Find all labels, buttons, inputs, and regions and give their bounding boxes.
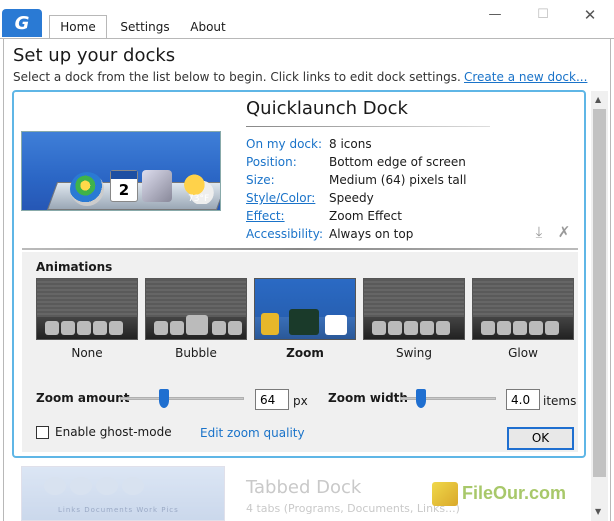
dock-preview: 2 73°F — [21, 131, 221, 211]
mini-icon — [61, 321, 75, 335]
mini-icon — [186, 315, 208, 335]
mini-icon — [77, 321, 91, 335]
create-dock-link[interactable]: Create a new dock... — [464, 70, 587, 84]
zoom-amount-slider-thumb[interactable] — [159, 389, 169, 408]
frame-right-edge — [610, 38, 611, 521]
zoom-amount-input[interactable] — [255, 389, 289, 410]
close-button[interactable]: ✕ — [575, 4, 605, 26]
anim-label-none: None — [71, 346, 103, 360]
anim-label-bubble: Bubble — [175, 346, 217, 360]
mail-icon — [325, 315, 347, 335]
delete-icon[interactable]: ✗ — [556, 223, 572, 241]
scroll-up-icon[interactable]: ▲ — [595, 95, 601, 104]
zoom-width-input[interactable] — [506, 389, 540, 410]
prop-value-on-my-dock: 8 icons — [329, 137, 372, 151]
anim-option-none[interactable] — [36, 278, 138, 340]
tab-icon — [44, 477, 66, 495]
mini-icon — [529, 321, 543, 335]
maximize-button[interactable]: ☐ — [528, 4, 558, 26]
mini-icon — [372, 321, 386, 335]
zoom-amount-unit: px — [293, 394, 308, 408]
tab-about[interactable]: About — [184, 16, 232, 38]
watermark: FileOur.com — [432, 480, 592, 510]
animations-title: Animations — [36, 260, 113, 274]
mini-icon — [545, 321, 559, 335]
dock2-subtitle: 4 tabs (Programs, Documents, Links...) — [246, 502, 460, 515]
dock2-title[interactable]: Tabbed Dock — [246, 477, 361, 498]
mini-icon — [420, 321, 434, 335]
mini-icon — [170, 321, 184, 335]
watermark-text: FileOur.com — [462, 483, 567, 503]
title-rule — [246, 126, 490, 127]
tabbed-dock-labels: Links Documents Work Pics — [58, 506, 179, 514]
scrollbar-thumb[interactable] — [593, 109, 606, 477]
prop-label-effect[interactable]: Effect: — [246, 209, 285, 223]
ghost-mode-label[interactable]: Enable ghost-mode — [55, 425, 172, 439]
tab-home[interactable]: Home — [49, 15, 107, 39]
zoom-width-slider[interactable] — [400, 397, 496, 400]
mini-icon — [497, 321, 511, 335]
mini-icon — [45, 321, 59, 335]
monitor-icon — [289, 309, 319, 335]
page-subtitle: Select a dock from the list below to beg… — [13, 70, 461, 84]
download-icon[interactable]: ⤓ — [531, 223, 547, 241]
anim-label-swing: Swing — [396, 346, 432, 360]
page-title: Set up your docks — [13, 45, 176, 66]
prop-value-size: Medium (64) pixels tall — [329, 173, 467, 187]
tab-icon — [96, 477, 118, 495]
tab-settings[interactable]: Settings — [114, 16, 176, 38]
frame-left-edge — [3, 38, 4, 521]
mini-icon — [404, 321, 418, 335]
section-separator — [22, 248, 578, 250]
dock-title: Quicklaunch Dock — [246, 98, 408, 119]
frame-divider — [0, 38, 614, 39]
tab-icon — [122, 477, 144, 495]
tabbed-dock-icons — [44, 477, 148, 498]
zoom-width-unit: items — [543, 394, 577, 408]
ghost-mode-checkbox[interactable] — [36, 426, 49, 439]
anim-option-bubble[interactable] — [145, 278, 247, 340]
photo-icon — [142, 170, 172, 202]
prop-value-effect: Zoom Effect — [329, 209, 402, 223]
watermark-logo-icon — [432, 482, 458, 506]
mini-icon — [93, 321, 107, 335]
minimize-button[interactable]: — — [480, 4, 510, 26]
zoom-width-label: Zoom width — [328, 391, 408, 405]
prop-value-accessibility: Always on top — [329, 227, 414, 241]
windows-start-icon — [70, 172, 104, 206]
anim-option-swing[interactable] — [363, 278, 465, 340]
ok-button[interactable]: OK — [507, 427, 574, 450]
prop-label-size[interactable]: Size: — [246, 173, 275, 187]
anim-label-zoom: Zoom — [286, 346, 324, 360]
prop-value-position: Bottom edge of screen — [329, 155, 466, 169]
lock-icon — [261, 313, 279, 335]
zoom-amount-slider[interactable] — [120, 397, 244, 400]
mini-icon — [388, 321, 402, 335]
prop-value-style-color: Speedy — [329, 191, 374, 205]
prop-label-accessibility[interactable]: Accessibility: — [246, 227, 323, 241]
tab-icon — [70, 477, 92, 495]
zoom-amount-label: Zoom amount — [36, 391, 130, 405]
anim-option-glow[interactable] — [472, 278, 574, 340]
prop-label-on-my-dock[interactable]: On my dock: — [246, 137, 322, 151]
anim-option-zoom[interactable] — [254, 278, 356, 340]
app-logo-icon[interactable]: G — [2, 9, 42, 37]
zoom-width-slider-thumb[interactable] — [416, 389, 426, 408]
anim-label-glow: Glow — [508, 346, 538, 360]
mini-icon — [212, 321, 226, 335]
mini-icon — [109, 321, 123, 335]
title-bar: G Home Settings About — ☐ ✕ — [0, 0, 614, 39]
mini-icon — [436, 321, 450, 335]
scroll-down-icon[interactable]: ▼ — [595, 507, 601, 516]
mini-icon — [481, 321, 495, 335]
weather-temp: 73°F — [188, 194, 210, 204]
mini-icon — [154, 321, 168, 335]
calendar-icon: 2 — [110, 170, 138, 202]
edit-zoom-quality-link[interactable]: Edit zoom quality — [200, 426, 305, 440]
mini-icon — [228, 321, 242, 335]
mini-icon — [513, 321, 527, 335]
prop-label-position[interactable]: Position: — [246, 155, 297, 169]
prop-label-style-color[interactable]: Style/Color: — [246, 191, 315, 205]
